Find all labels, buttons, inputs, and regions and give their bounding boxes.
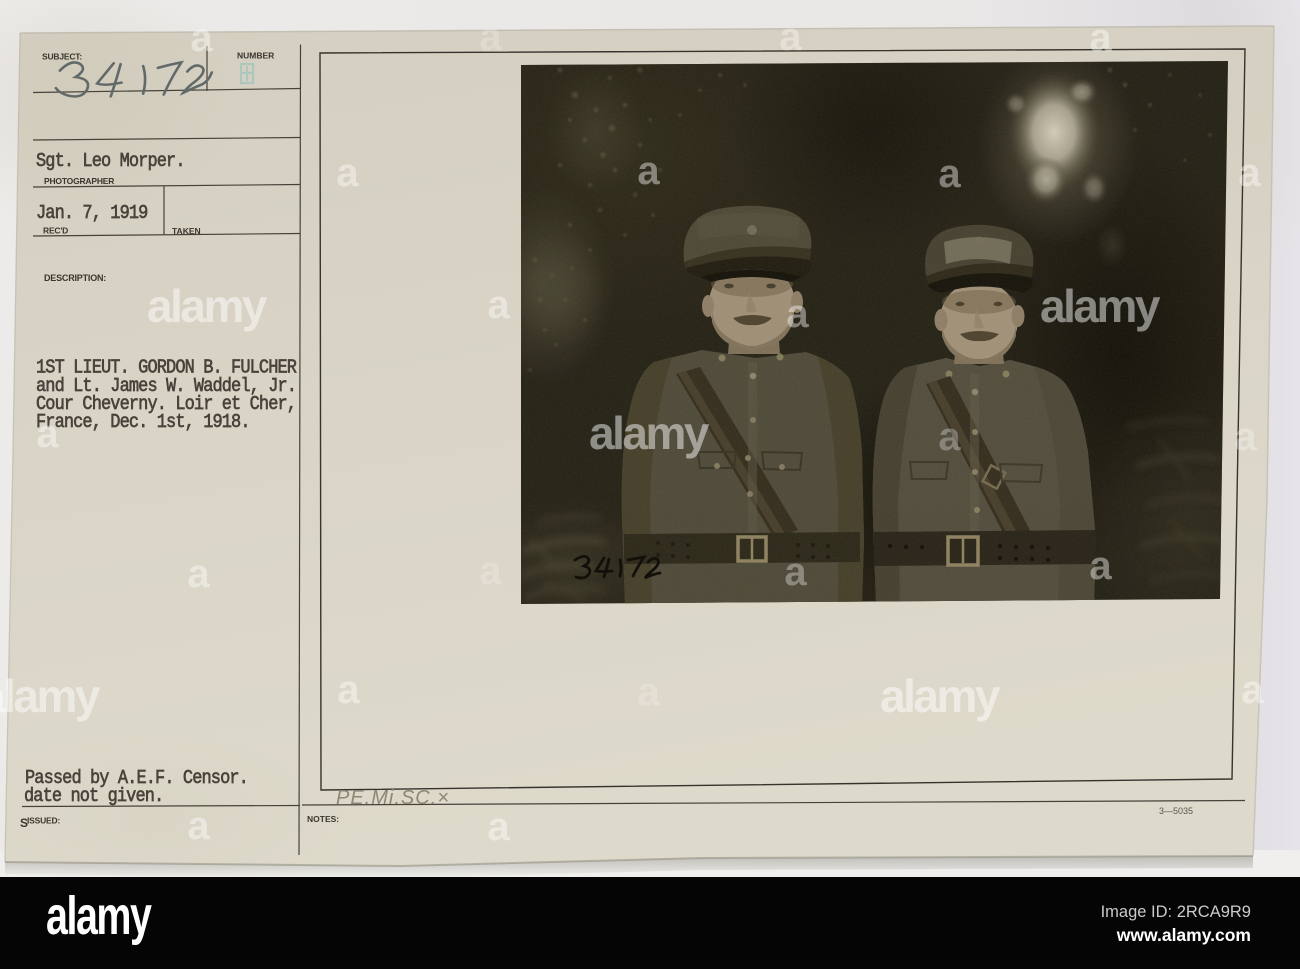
svg-text:DESCRIPTION:: DESCRIPTION: [44, 273, 106, 283]
svg-text:alamy: alamy [880, 670, 1001, 722]
svg-text:NUMBER: NUMBER [237, 51, 274, 61]
svg-text:ISSUED:: ISSUED: [27, 816, 60, 826]
svg-text:www.alamy.com: www.alamy.com [1116, 925, 1251, 945]
svg-text:a: a [479, 15, 502, 59]
svg-text:a: a [190, 16, 213, 60]
svg-text:a: a [187, 552, 210, 596]
svg-text:PHOTOGRAPHER: PHOTOGRAPHER [44, 176, 114, 186]
svg-text:a: a [336, 151, 359, 195]
svg-text:alamy: alamy [147, 280, 268, 332]
svg-text:S: S [20, 816, 28, 830]
svg-text:a: a [1234, 415, 1257, 459]
svg-text:Jan. 7, 1919: Jan. 7, 1919 [36, 203, 147, 224]
svg-text:Image ID: 2RCA9R9: Image ID: 2RCA9R9 [1101, 903, 1251, 921]
svg-text:a: a [479, 549, 502, 593]
svg-text:a: a [1238, 151, 1261, 195]
svg-text:a: a [487, 805, 510, 849]
svg-text:a: a [487, 283, 510, 327]
svg-text:a: a [938, 152, 961, 196]
svg-text:a: a [637, 670, 660, 714]
svg-text:NOTES:: NOTES: [307, 814, 339, 824]
svg-text:a: a [786, 292, 809, 336]
svg-text:TAKEN: TAKEN [172, 226, 201, 236]
svg-text:alamy: alamy [589, 407, 710, 459]
svg-text:a: a [187, 804, 210, 848]
svg-text:alamy: alamy [1040, 280, 1161, 332]
svg-text:France, Dec. 1st, 1918.: France, Dec. 1st, 1918. [36, 412, 250, 433]
svg-text:a: a [784, 550, 807, 594]
svg-text:a: a [1089, 16, 1112, 60]
svg-text:date not given.: date not given. [24, 786, 163, 807]
svg-text:alamy: alamy [0, 670, 101, 722]
svg-text:alamy: alamy [46, 886, 153, 947]
svg-text:a: a [637, 149, 660, 193]
svg-text:a: a [1241, 668, 1264, 712]
svg-text:Sgt. Leo Morper.: Sgt. Leo Morper. [36, 151, 185, 172]
svg-text:a: a [779, 15, 802, 59]
svg-text:PE.Mi.SC.×: PE.Mi.SC.× [336, 787, 450, 809]
svg-text:a: a [36, 412, 59, 456]
svg-text:SUBJECT:: SUBJECT: [42, 52, 82, 62]
svg-text:a: a [1089, 544, 1112, 588]
svg-text:a: a [938, 415, 961, 459]
svg-text:3—5035: 3—5035 [1159, 806, 1193, 816]
svg-text:REC'D: REC'D [43, 226, 68, 236]
svg-text:a: a [337, 668, 360, 712]
